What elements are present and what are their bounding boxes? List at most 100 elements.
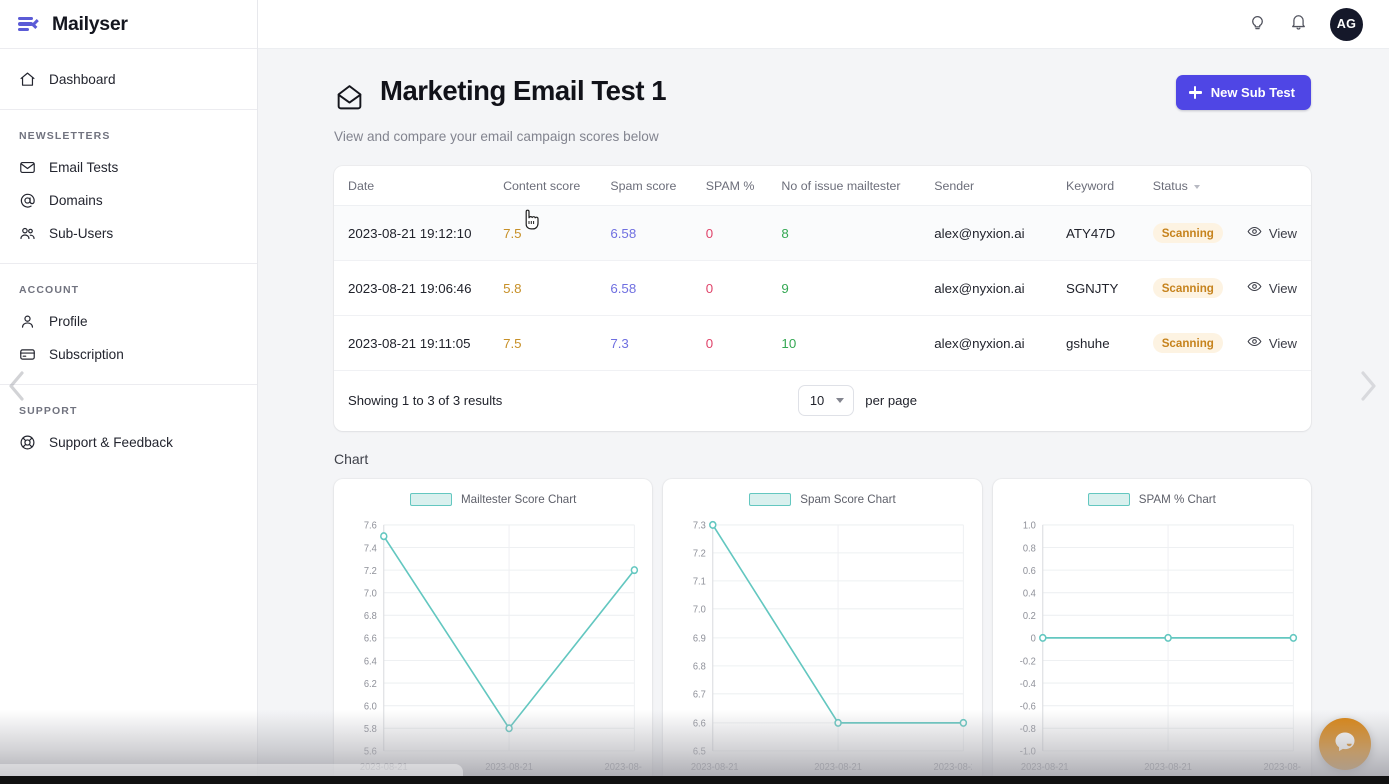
sidebar-item-domains[interactable]: Domains [0, 184, 257, 217]
cell-sender: alex@nyxion.ai [934, 261, 1066, 316]
cell-issues[interactable]: 8 [781, 206, 934, 261]
cell-status: Scanning [1153, 261, 1247, 316]
chart-svg-spam-score: 7.3 7.2 7.1 7.0 6.9 6.8 6.7 6.6 6.5 [673, 512, 971, 781]
svg-text:2023-08-21: 2023-08-21 [691, 762, 739, 773]
chart-plot-area[interactable]: 7.3 7.2 7.1 7.0 6.9 6.8 6.7 6.6 6.5 [673, 512, 971, 781]
status-badge: Scanning [1153, 333, 1223, 353]
cell-spam-score[interactable]: 6.58 [610, 206, 705, 261]
results-summary: Showing 1 to 3 of 3 results [348, 393, 502, 408]
svg-text:6.5: 6.5 [693, 746, 706, 757]
svg-text:-0.8: -0.8 [1019, 724, 1035, 735]
col-status[interactable]: Status [1153, 166, 1247, 206]
view-button[interactable]: View [1247, 279, 1297, 297]
cell-spam-pct[interactable]: 0 [706, 316, 782, 371]
svg-text:-0.4: -0.4 [1019, 679, 1036, 690]
col-status-label: Status [1153, 179, 1188, 193]
svg-text:0.2: 0.2 [1022, 611, 1035, 622]
cell-content-score[interactable]: 7.5 [503, 316, 610, 371]
cell-spam-pct[interactable]: 0 [706, 261, 782, 316]
sidebar-item-email-tests[interactable]: Email Tests [0, 151, 257, 184]
svg-text:0: 0 [1030, 633, 1036, 644]
chart-legend: Spam Score Chart [673, 493, 971, 506]
cell-issues[interactable]: 9 [781, 261, 934, 316]
table-row[interactable]: 2023-08-21 19:06:46 5.8 6.58 0 9 alex@ny… [334, 261, 1311, 316]
cell-actions: View [1247, 261, 1311, 316]
chart-gridlines [384, 525, 635, 751]
legend-swatch-icon [1088, 493, 1130, 506]
legend-swatch-icon [749, 493, 791, 506]
view-button[interactable]: View [1247, 224, 1297, 242]
view-label: View [1269, 281, 1297, 296]
eye-icon [1247, 224, 1262, 242]
sidebar-caption-account: ACCOUNT [0, 278, 257, 305]
brand-name: Mailyser [52, 13, 128, 36]
cell-spam-score[interactable]: 6.58 [610, 261, 705, 316]
view-label: View [1269, 226, 1297, 241]
sidebar-group-newsletters: NEWSLETTERS Email Tests Domains Sub-User… [0, 110, 257, 263]
sidebar-item-subscription[interactable]: Subscription [0, 338, 257, 371]
sidebar-group-support: SUPPORT Support & Feedback [0, 385, 257, 472]
new-sub-test-label: New Sub Test [1211, 85, 1295, 100]
table-row[interactable]: 2023-08-21 19:12:10 7.5 6.58 0 8 alex@ny… [334, 206, 1311, 261]
col-issues[interactable]: No of issue mailtester [781, 166, 934, 206]
cell-spam-score[interactable]: 7.3 [610, 316, 705, 371]
chart-gridlines [713, 525, 964, 751]
chart-x-tick-labels: 2023-08-21 2023-08-21 2023-08-21 [1021, 762, 1301, 773]
cell-actions: View [1247, 206, 1311, 261]
cell-content-score[interactable]: 7.5 [503, 206, 610, 261]
cell-spam-pct[interactable]: 0 [706, 206, 782, 261]
lightbulb-icon[interactable] [1248, 12, 1267, 36]
chart-card-spam-percent: SPAM % Chart [993, 479, 1311, 784]
chart-plot-area[interactable]: 1.0 0.8 0.6 0.4 0.2 0 -0.2 -0.4 -0.6 -0.… [1003, 512, 1301, 781]
svg-text:-1.0: -1.0 [1019, 746, 1036, 757]
legend-label: Mailtester Score Chart [461, 493, 576, 506]
sidebar-brand-row: Mailyser [0, 0, 257, 49]
app-root: Mailyser Dashboard NEWSLETTERS Email Tes… [0, 0, 1389, 784]
chart-plot-area[interactable]: 7.6 7.4 7.2 7.0 6.8 6.6 6.4 6.2 6.0 5.8 … [344, 512, 642, 781]
chart-x-tick-labels: 2023-08-21 2023-08-21 2023-08-21 [691, 762, 971, 773]
open-envelope-icon [334, 82, 365, 118]
sidebar-item-dashboard[interactable]: Dashboard [0, 63, 257, 96]
cell-actions: View [1247, 316, 1311, 371]
cell-issues[interactable]: 10 [781, 316, 934, 371]
table-row[interactable]: 2023-08-21 19:11:05 7.5 7.3 0 10 alex@ny… [334, 316, 1311, 371]
sidebar-item-support-feedback[interactable]: Support & Feedback [0, 426, 257, 459]
credit-card-icon [19, 346, 36, 363]
view-button[interactable]: View [1247, 334, 1297, 352]
hamburger-collapse-icon[interactable] [18, 16, 38, 32]
svg-text:-0.6: -0.6 [1019, 701, 1035, 712]
avatar[interactable]: AG [1330, 8, 1363, 41]
svg-text:6.8: 6.8 [693, 661, 706, 672]
plus-icon [1189, 86, 1202, 99]
sidebar: Mailyser Dashboard NEWSLETTERS Email Tes… [0, 0, 258, 784]
sidebar-item-sub-users[interactable]: Sub-Users [0, 217, 257, 250]
per-page-select[interactable]: 10 [798, 385, 854, 416]
svg-text:7.0: 7.0 [693, 604, 707, 615]
next-page-chevron-icon[interactable] [1355, 368, 1381, 404]
svg-text:2023-08-21: 2023-08-21 [1263, 762, 1301, 773]
chevron-down-icon [1194, 185, 1200, 189]
svg-text:2023-08-21: 2023-08-21 [605, 762, 643, 773]
svg-text:6.0: 6.0 [364, 701, 378, 712]
col-keyword[interactable]: Keyword [1066, 166, 1153, 206]
col-sender[interactable]: Sender [934, 166, 1066, 206]
bell-icon[interactable] [1289, 12, 1308, 36]
col-date[interactable]: Date [334, 166, 503, 206]
sidebar-item-label: Sub-Users [49, 226, 113, 241]
cell-content-score[interactable]: 5.8 [503, 261, 610, 316]
cell-sender: alex@nyxion.ai [934, 316, 1066, 371]
sidebar-group-account: ACCOUNT Profile Subscription [0, 264, 257, 384]
new-sub-test-button[interactable]: New Sub Test [1176, 75, 1311, 110]
svg-text:6.7: 6.7 [693, 689, 706, 700]
chat-support-button[interactable] [1319, 718, 1371, 770]
col-spam-pct[interactable]: SPAM % [706, 166, 782, 206]
col-spam-score[interactable]: Spam score [610, 166, 705, 206]
sidebar-item-profile[interactable]: Profile [0, 305, 257, 338]
svg-text:2023-08-21: 2023-08-21 [1021, 762, 1069, 773]
results-table-card: Date Content score Spam score SPAM % No … [334, 166, 1311, 431]
chart-card-mailtester-score: Mailtester Score Chart [334, 479, 652, 784]
topbar: AG [258, 0, 1389, 49]
svg-text:7.4: 7.4 [364, 543, 378, 554]
previous-page-chevron-icon[interactable] [4, 368, 30, 404]
col-content-score[interactable]: Content score [503, 166, 610, 206]
